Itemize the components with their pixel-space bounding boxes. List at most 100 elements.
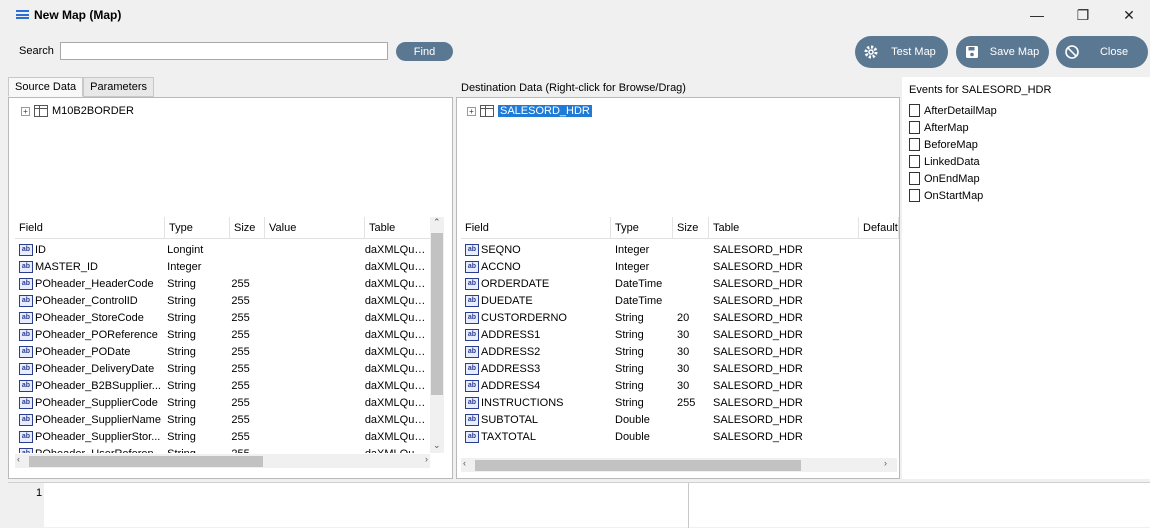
table-row[interactable]: ab POheader_POReference String 255 daXMLQuer…	[15, 326, 428, 343]
maximize-button[interactable]: ❐	[1060, 0, 1106, 30]
table-row[interactable]: ab CUSTORDERNO String 20 SALESORD_HDR	[461, 309, 899, 326]
cell-size: 255	[677, 396, 696, 409]
scroll-left-icon[interactable]: ‹	[463, 458, 466, 468]
col-size[interactable]: Size	[230, 217, 265, 238]
field-name: SEQNO	[481, 243, 521, 256]
table-row[interactable]: ab ADDRESS2 String 30 SALESORD_HDR	[461, 343, 899, 360]
table-row[interactable]: ab DUEDATE DateTime SALESORD_HDR	[461, 292, 899, 309]
destination-grid-rows: ab SEQNO Integer SALESORD_HDR ab ACCNO Integer…	[461, 241, 899, 453]
table-row[interactable]: ab ID Longint daXMLQuery	[15, 241, 428, 258]
table-row[interactable]: ab POheader_StoreCode String 255 daXMLQuery	[15, 309, 428, 326]
source-horizontal-scrollbar[interactable]: ‹ ›	[15, 454, 430, 468]
cell-field: ab POheader_HeaderCode	[15, 277, 163, 290]
field-name: INSTRUCTIONS	[481, 396, 564, 409]
table-row[interactable]: ab POheader_SupplierCode String 255 daXMLQue…	[15, 394, 428, 411]
test-map-button[interactable]: Test Map	[855, 36, 948, 68]
find-button[interactable]: Find	[396, 42, 453, 61]
table-row[interactable]: ab ACCNO Integer SALESORD_HDR	[461, 258, 899, 275]
field-name: CUSTORDERNO	[481, 311, 567, 324]
scroll-right-icon[interactable]: ›	[884, 458, 887, 468]
source-hscroll-thumb[interactable]	[29, 456, 263, 467]
source-vertical-scrollbar[interactable]: ⌃ ⌄	[430, 217, 444, 453]
source-vscroll-thumb[interactable]	[431, 233, 443, 395]
col-type[interactable]: Type	[165, 217, 230, 238]
col-type[interactable]: Type	[611, 217, 673, 238]
table-row[interactable]: ab POheader_SupplierStor... String 255 daXML…	[15, 428, 428, 445]
document-icon	[909, 189, 920, 202]
destination-horizontal-scrollbar[interactable]: ‹ ›	[461, 458, 897, 472]
cell-type: String	[167, 413, 196, 426]
col-size[interactable]: Size	[673, 217, 709, 238]
destination-hscroll-thumb[interactable]	[475, 460, 801, 471]
table-row[interactable]: ab SUBTOTAL Double SALESORD_HDR	[461, 411, 899, 428]
event-item[interactable]: OnStartMap	[909, 189, 983, 202]
cell-table: daXMLQuery	[364, 413, 428, 426]
field-name: POheader_PODate	[35, 345, 131, 358]
minimize-button[interactable]: —	[1014, 0, 1060, 30]
col-field[interactable]: Field	[15, 217, 165, 238]
cell-table: SALESORD_HDR	[713, 379, 803, 392]
table-row[interactable]: abPOheader_UserReferen...String255 daXMLQ…	[15, 445, 428, 453]
scroll-left-icon[interactable]: ‹	[17, 454, 20, 464]
table-row[interactable]: ab ORDERDATE DateTime SALESORD_HDR	[461, 275, 899, 292]
script-editor[interactable]: 1	[8, 482, 1150, 528]
col-table[interactable]: Table	[365, 217, 433, 238]
close-button[interactable]: Close	[1056, 36, 1148, 68]
floppy-disk-icon	[956, 44, 988, 60]
col-default[interactable]: Default	[859, 217, 899, 238]
field-name: POheader_UserReferen...	[35, 448, 163, 454]
expand-icon[interactable]: +	[21, 106, 30, 116]
col-table[interactable]: Table	[709, 217, 859, 238]
table-row[interactable]: ab POheader_PODate String 255 daXMLQuery	[15, 343, 428, 360]
table-row[interactable]: ab POheader_SupplierName String 255 daXMLQue…	[15, 411, 428, 428]
cell-field: ab SUBTOTAL	[461, 413, 611, 426]
cell-table: SALESORD_HDR	[713, 396, 803, 409]
table-icon	[480, 105, 494, 117]
table-row[interactable]: ab ADDRESS3 String 30 SALESORD_HDR	[461, 360, 899, 377]
table-row[interactable]: ab MASTER_ID Integer daXMLQuery	[15, 258, 428, 275]
scroll-right-icon[interactable]: ›	[425, 454, 428, 464]
save-map-button[interactable]: Save Map	[956, 36, 1049, 68]
table-row[interactable]: ab POheader_ControlID String 255 daXMLQuery	[15, 292, 428, 309]
table-row[interactable]: ab ADDRESS1 String 30 SALESORD_HDR	[461, 326, 899, 343]
scroll-down-icon[interactable]: ⌄	[433, 440, 441, 451]
document-icon	[909, 155, 920, 168]
table-row[interactable]: ab ADDRESS4 String 30 SALESORD_HDR	[461, 377, 899, 394]
table-row[interactable]: ab POheader_DeliveryDate String 255 daXMLQue…	[15, 360, 428, 377]
event-item[interactable]: LinkedData	[909, 155, 980, 168]
table-row[interactable]: ab POheader_HeaderCode String 255 daXMLQuery	[15, 275, 428, 292]
col-field[interactable]: Field	[461, 217, 611, 238]
event-item[interactable]: BeforeMap	[909, 138, 978, 151]
field-name: ADDRESS4	[481, 379, 541, 392]
table-row[interactable]: ab INSTRUCTIONS String 255 SALESORD_HDR	[461, 394, 899, 411]
search-input[interactable]	[60, 42, 388, 60]
event-item[interactable]: OnEndMap	[909, 172, 980, 185]
cell-table: daXMLQuery	[364, 345, 428, 358]
cell-type: String	[167, 430, 196, 443]
source-tree-node[interactable]: + M10B2BORDER	[21, 105, 134, 117]
cell-type: String	[167, 379, 196, 392]
field-icon: ab	[19, 413, 33, 426]
table-icon	[34, 105, 48, 117]
expand-icon[interactable]: +	[467, 106, 476, 116]
table-row[interactable]: ab POheader_B2BSupplier... String 255 daXMLQ…	[15, 377, 428, 394]
event-item[interactable]: AfterMap	[909, 121, 969, 134]
tab-source-data[interactable]: Source Data	[8, 77, 84, 97]
close-window-button[interactable]: ✕	[1106, 0, 1150, 30]
app-menu-icon[interactable]	[16, 10, 29, 19]
cell-field: ab DUEDATE	[461, 294, 611, 307]
event-item[interactable]: AfterDetailMap	[909, 104, 997, 117]
scroll-up-icon[interactable]: ⌃	[433, 217, 441, 228]
table-row[interactable]: ab TAXTOTAL Double SALESORD_HDR	[461, 428, 899, 445]
field-name: ORDERDATE	[481, 277, 550, 290]
cell-size: 255	[231, 311, 250, 324]
table-row[interactable]: ab SEQNO Integer SALESORD_HDR	[461, 241, 899, 258]
cell-table: SALESORD_HDR	[713, 294, 803, 307]
field-name: ADDRESS3	[481, 362, 541, 375]
events-title: Events for SALESORD_HDR	[909, 84, 1052, 96]
tab-parameters[interactable]: Parameters	[83, 77, 155, 97]
prohibited-icon	[1056, 44, 1088, 60]
editor-divider[interactable]	[688, 483, 689, 528]
col-value[interactable]: Value	[265, 217, 365, 238]
destination-tree-node[interactable]: + SALESORD_HDR	[467, 105, 592, 117]
